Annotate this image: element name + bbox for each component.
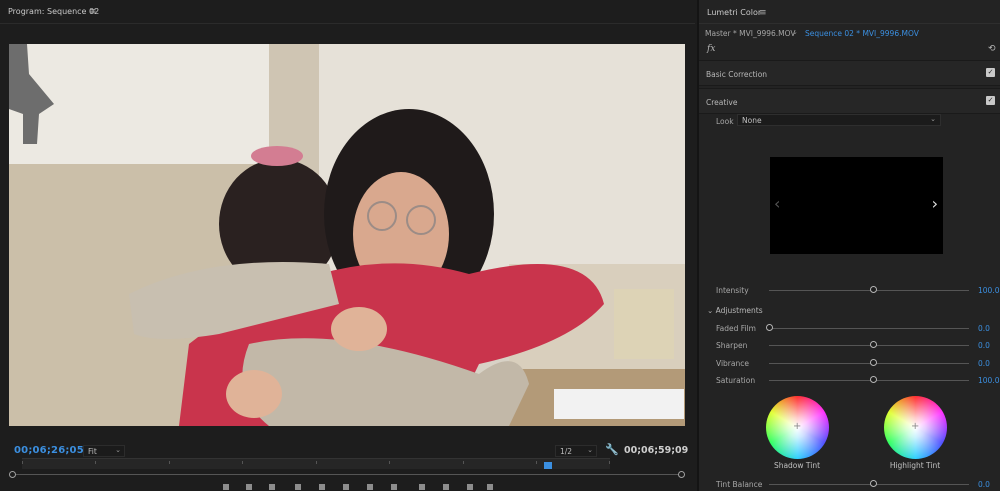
sharpen-value[interactable]: 0.0 bbox=[978, 341, 990, 350]
add-marker-button[interactable] bbox=[223, 484, 229, 490]
intensity-slider-track[interactable] bbox=[769, 290, 969, 291]
basic-correction-label: Basic Correction bbox=[706, 70, 768, 79]
vibrance-slider-track[interactable] bbox=[769, 363, 969, 364]
vibrance-value[interactable]: 0.0 bbox=[978, 359, 990, 368]
faded-film-slider-track[interactable] bbox=[769, 328, 969, 329]
highlight-tint-wheel[interactable]: + bbox=[884, 396, 947, 459]
creative-section[interactable]: Creative ✓ bbox=[699, 88, 1000, 114]
chevron-down-icon: ⌄ bbox=[587, 446, 593, 454]
ruler-tick bbox=[95, 461, 96, 464]
duration-timecode: 00;06;59;09 bbox=[624, 445, 689, 456]
program-menu-icon[interactable]: ≡ bbox=[89, 7, 97, 17]
ruler-tick bbox=[609, 461, 610, 464]
crosshair-icon[interactable]: + bbox=[793, 421, 801, 432]
faded-film-slider-knob[interactable] bbox=[766, 324, 773, 331]
chevron-down-icon[interactable]: ⌄ bbox=[792, 28, 798, 36]
zoom-scroll-handle-left[interactable] bbox=[9, 471, 16, 478]
sharpen-slider-knob[interactable] bbox=[870, 341, 877, 348]
sharpen-label: Sharpen bbox=[716, 341, 748, 350]
master-clip-tab[interactable]: Master * MVI_9996.MOV bbox=[705, 29, 796, 38]
reset-icon[interactable]: ⟲ bbox=[988, 44, 996, 54]
step-forward-button[interactable] bbox=[367, 484, 373, 490]
overwrite-button[interactable] bbox=[443, 484, 449, 490]
intensity-slider-knob[interactable] bbox=[870, 286, 877, 293]
program-panel-header: Program: Sequence 02 ≡ bbox=[0, 0, 695, 24]
play-button[interactable] bbox=[343, 484, 349, 490]
ruler-tick bbox=[169, 461, 170, 464]
faded-film-value[interactable]: 0.0 bbox=[978, 324, 990, 333]
intensity-value[interactable]: 100.0 bbox=[978, 286, 999, 295]
mark-in-button[interactable] bbox=[246, 484, 252, 490]
wrench-icon[interactable]: 🔧 bbox=[605, 443, 619, 456]
lumetri-panel-header: Lumetri Color ≡ bbox=[699, 0, 1000, 24]
highlight-tint-label: Highlight Tint bbox=[889, 461, 941, 470]
look-value: None bbox=[742, 116, 762, 125]
clip-selector: Master * MVI_9996.MOV ⌄ Sequence 02 * MV… bbox=[699, 26, 1000, 42]
tint-balance-value[interactable]: 0.0 bbox=[978, 480, 990, 489]
lumetri-menu-icon[interactable]: ≡ bbox=[759, 8, 767, 18]
go-to-in-button[interactable] bbox=[295, 484, 301, 490]
saturation-slider-track[interactable] bbox=[769, 380, 969, 381]
saturation-label: Saturation bbox=[716, 376, 756, 385]
crosshair-icon[interactable]: + bbox=[911, 421, 919, 432]
chevron-right-icon[interactable]: › bbox=[932, 194, 938, 213]
program-monitor-panel: Program: Sequence 02 ≡ 00;06;26;05 Fit ⌄… bbox=[0, 0, 695, 491]
look-label: Look bbox=[716, 117, 734, 126]
creative-label: Creative bbox=[706, 98, 738, 107]
vibrance-slider-knob[interactable] bbox=[870, 359, 877, 366]
look-preview: ‹ › bbox=[770, 157, 943, 254]
chevron-down-icon: ⌄ bbox=[930, 115, 936, 123]
ruler-tick bbox=[463, 461, 464, 464]
basic-correction-section[interactable]: Basic Correction ✓ bbox=[699, 60, 1000, 86]
video-frame-image bbox=[9, 44, 685, 426]
program-video-frame[interactable] bbox=[9, 44, 685, 426]
fx-icon[interactable]: fx bbox=[707, 44, 715, 54]
chevron-left-icon[interactable]: ‹ bbox=[774, 194, 780, 213]
zoom-scrollbar[interactable] bbox=[12, 474, 682, 475]
time-ruler[interactable] bbox=[22, 458, 610, 469]
current-timecode[interactable]: 00;06;26;05 bbox=[14, 445, 84, 456]
saturation-value[interactable]: 100.0 bbox=[978, 376, 999, 385]
shadow-tint-wheel[interactable]: + bbox=[766, 396, 829, 459]
zoom-fit-value: Fit bbox=[88, 447, 97, 456]
adjustments-toggle[interactable]: ⌄ Adjustments bbox=[707, 306, 763, 315]
zoom-fit-dropdown[interactable]: Fit ⌄ bbox=[83, 445, 125, 457]
button-editor-button[interactable] bbox=[487, 484, 493, 490]
tint-balance-slider-track[interactable] bbox=[769, 484, 969, 485]
saturation-slider-knob[interactable] bbox=[870, 376, 877, 383]
basic-correction-checkbox[interactable]: ✓ bbox=[986, 68, 995, 77]
insert-button[interactable] bbox=[419, 484, 425, 490]
transport-controls bbox=[215, 484, 505, 491]
step-back-button[interactable] bbox=[319, 484, 325, 490]
chevron-down-icon: ⌄ bbox=[115, 446, 121, 454]
mark-out-button[interactable] bbox=[269, 484, 275, 490]
sharpen-slider-track[interactable] bbox=[769, 345, 969, 346]
faded-film-label: Faded Film bbox=[716, 324, 756, 333]
ruler-tick bbox=[242, 461, 243, 464]
playback-resolution-dropdown[interactable]: 1/2 ⌄ bbox=[555, 445, 597, 457]
ruler-tick bbox=[22, 461, 23, 464]
ruler-tick bbox=[389, 461, 390, 464]
sequence-clip-tab[interactable]: Sequence 02 * MVI_9996.MOV bbox=[805, 29, 919, 38]
export-frame-button[interactable] bbox=[467, 484, 473, 490]
lumetri-panel-title[interactable]: Lumetri Color bbox=[707, 8, 761, 17]
ruler-tick bbox=[536, 461, 537, 464]
program-panel-title[interactable]: Program: Sequence 02 bbox=[8, 7, 99, 16]
look-dropdown[interactable]: None ⌄ bbox=[737, 114, 941, 126]
go-to-out-button[interactable] bbox=[391, 484, 397, 490]
zoom-scroll-handle-right[interactable] bbox=[678, 471, 685, 478]
shadow-tint-label: Shadow Tint bbox=[773, 461, 821, 470]
tint-balance-label: Tint Balance bbox=[716, 480, 763, 489]
tint-balance-slider-knob[interactable] bbox=[870, 480, 877, 487]
adjustments-label: Adjustments bbox=[715, 306, 763, 315]
intensity-label: Intensity bbox=[716, 286, 749, 295]
ruler-tick bbox=[316, 461, 317, 464]
lumetri-color-panel: Lumetri Color ≡ Master * MVI_9996.MOV ⌄ … bbox=[697, 0, 1000, 491]
creative-checkbox[interactable]: ✓ bbox=[986, 96, 995, 105]
vibrance-label: Vibrance bbox=[716, 359, 749, 368]
playhead[interactable] bbox=[544, 462, 552, 469]
playback-resolution-value: 1/2 bbox=[560, 447, 573, 456]
